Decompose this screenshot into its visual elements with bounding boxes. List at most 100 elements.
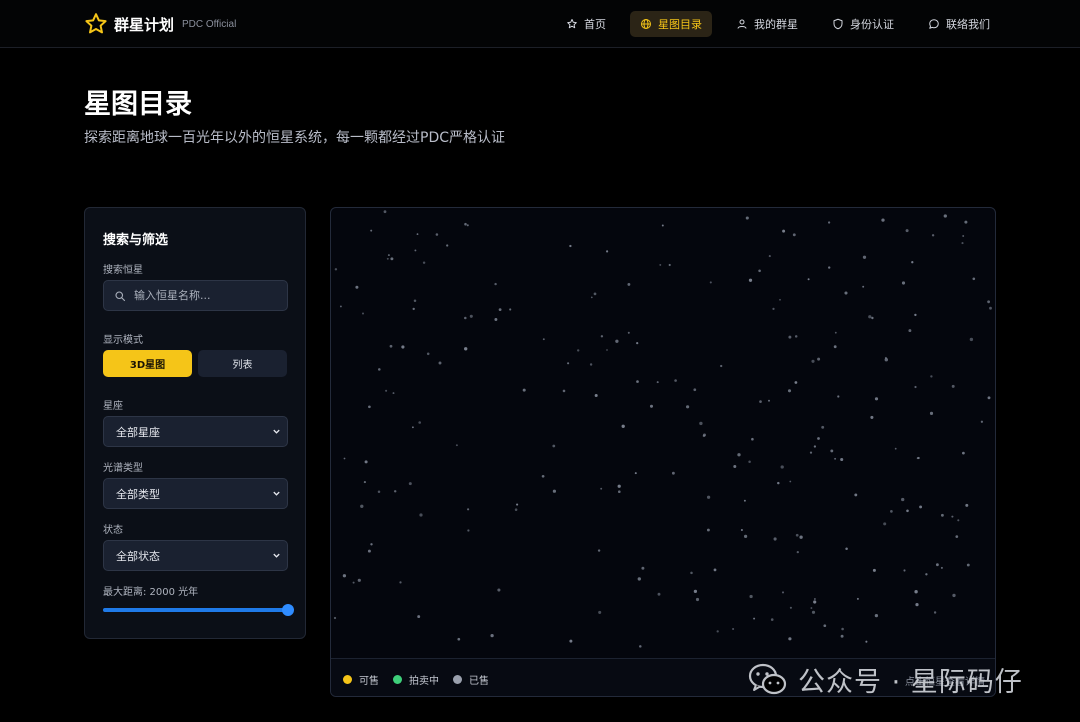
- star-point[interactable]: [972, 277, 976, 281]
- star-point[interactable]: [417, 615, 421, 619]
- spectral-type-select[interactable]: 全部类型: [103, 478, 288, 509]
- star-point[interactable]: [884, 358, 888, 362]
- star-point[interactable]: [969, 337, 974, 342]
- star-point[interactable]: [931, 234, 935, 237]
- star-point[interactable]: [641, 566, 645, 570]
- status-select[interactable]: 全部状态: [103, 540, 288, 571]
- star-point[interactable]: [509, 308, 512, 311]
- star-point[interactable]: [751, 437, 754, 441]
- star-point[interactable]: [901, 497, 905, 502]
- star-point[interactable]: [874, 613, 879, 618]
- max-distance-slider[interactable]: [103, 604, 294, 616]
- star-point[interactable]: [840, 457, 844, 462]
- star-point[interactable]: [874, 397, 879, 401]
- star-point[interactable]: [600, 487, 603, 490]
- star-point[interactable]: [952, 593, 956, 598]
- star-point[interactable]: [541, 474, 545, 478]
- star-point[interactable]: [916, 457, 919, 460]
- star-point[interactable]: [828, 266, 831, 269]
- star-point[interactable]: [438, 361, 442, 365]
- star-point[interactable]: [377, 490, 381, 494]
- star-point[interactable]: [925, 573, 928, 576]
- star-point[interactable]: [383, 210, 387, 214]
- star-point[interactable]: [782, 229, 786, 233]
- star-point[interactable]: [965, 503, 969, 507]
- star-point[interactable]: [342, 574, 347, 578]
- star-point[interactable]: [911, 261, 914, 264]
- star-point[interactable]: [748, 460, 751, 464]
- star-point[interactable]: [787, 389, 792, 393]
- star-point[interactable]: [656, 381, 659, 384]
- star-point[interactable]: [370, 229, 373, 232]
- star-point[interactable]: [695, 597, 700, 602]
- star-point[interactable]: [494, 318, 498, 321]
- star-point[interactable]: [690, 571, 693, 575]
- star-point[interactable]: [464, 222, 467, 226]
- star-point[interactable]: [593, 292, 597, 296]
- star-point[interactable]: [823, 624, 827, 628]
- star-point[interactable]: [636, 342, 639, 345]
- star-point[interactable]: [810, 607, 813, 609]
- star-point[interactable]: [490, 633, 494, 638]
- star-point[interactable]: [794, 335, 798, 338]
- star-point[interactable]: [562, 389, 566, 393]
- star-point[interactable]: [964, 220, 968, 224]
- star-point[interactable]: [709, 281, 712, 284]
- star-point[interactable]: [733, 465, 737, 468]
- star-point[interactable]: [796, 550, 799, 554]
- star-point[interactable]: [720, 364, 723, 368]
- star-point[interactable]: [987, 300, 991, 304]
- star-point[interactable]: [368, 405, 371, 409]
- star-point[interactable]: [333, 616, 337, 620]
- star-point[interactable]: [777, 481, 780, 485]
- star-point[interactable]: [464, 347, 468, 351]
- star-point[interactable]: [813, 600, 817, 604]
- star-point[interactable]: [980, 420, 984, 423]
- star-point[interactable]: [389, 344, 393, 348]
- star-point[interactable]: [837, 395, 840, 398]
- star-point[interactable]: [363, 481, 366, 484]
- star-point[interactable]: [466, 224, 469, 227]
- star-point[interactable]: [865, 640, 868, 643]
- star-point[interactable]: [817, 437, 820, 440]
- star-point[interactable]: [627, 331, 630, 334]
- star-point[interactable]: [789, 480, 792, 483]
- star-point[interactable]: [634, 472, 637, 475]
- star-point[interactable]: [862, 255, 867, 259]
- star-point[interactable]: [987, 396, 991, 400]
- star-point[interactable]: [390, 257, 394, 261]
- star-point[interactable]: [649, 404, 654, 408]
- star-point[interactable]: [768, 399, 770, 402]
- star-point[interactable]: [469, 314, 473, 318]
- star-point[interactable]: [792, 233, 796, 237]
- star-point[interactable]: [809, 451, 813, 454]
- star-point[interactable]: [636, 380, 639, 383]
- star-point[interactable]: [370, 543, 373, 546]
- star-point[interactable]: [770, 618, 774, 621]
- star-point[interactable]: [940, 513, 944, 517]
- star-point[interactable]: [413, 299, 417, 302]
- star-point[interactable]: [930, 375, 933, 378]
- star-point[interactable]: [788, 637, 792, 641]
- nav-item-contact[interactable]: 联络我们: [918, 11, 1000, 37]
- star-point[interactable]: [716, 630, 719, 633]
- star-point[interactable]: [780, 465, 784, 469]
- star-point[interactable]: [600, 335, 604, 338]
- star-point[interactable]: [759, 400, 762, 403]
- star-point[interactable]: [387, 254, 390, 257]
- star-point[interactable]: [618, 490, 621, 494]
- star-point[interactable]: [989, 306, 992, 310]
- star-point[interactable]: [552, 489, 556, 493]
- nav-item-my-stars[interactable]: 我的群星: [726, 11, 808, 37]
- star-point[interactable]: [412, 426, 414, 429]
- star-point[interactable]: [576, 349, 580, 352]
- star-point[interactable]: [935, 563, 939, 567]
- star-point[interactable]: [360, 504, 364, 508]
- slider-thumb[interactable]: [282, 604, 294, 616]
- star-point[interactable]: [890, 510, 893, 513]
- star-point[interactable]: [412, 307, 415, 311]
- star-point[interactable]: [740, 528, 743, 532]
- star-point[interactable]: [334, 268, 338, 271]
- star-point[interactable]: [951, 384, 955, 388]
- star-point[interactable]: [914, 313, 917, 317]
